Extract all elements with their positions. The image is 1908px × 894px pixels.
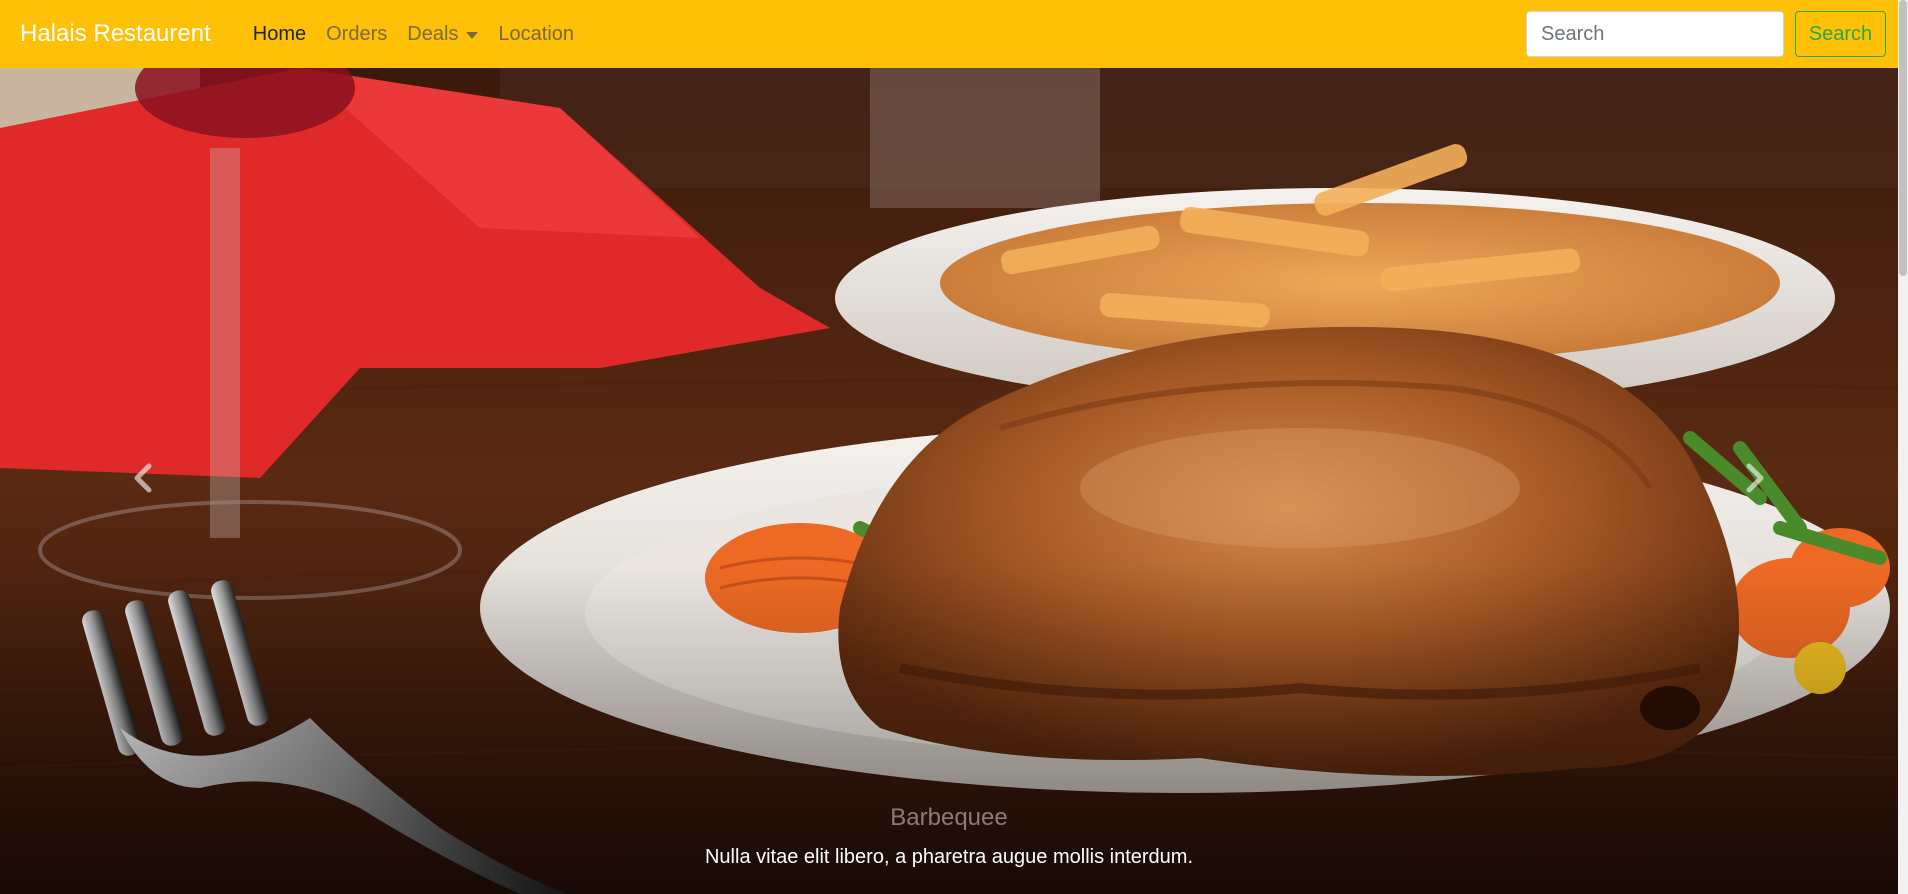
nav-orders[interactable]: Orders [316, 23, 397, 46]
carousel: Barbequee Nulla vitae elit libero, a pha… [0, 68, 1898, 894]
carousel-food-image [0, 68, 1898, 894]
brand-link[interactable]: Halais Restaurent [20, 20, 211, 48]
nav-deals-dropdown[interactable]: Deals [397, 23, 488, 46]
page: Halais Restaurent Home Orders Deals Loca… [0, 0, 1908, 894]
search-form: Search [1526, 11, 1886, 57]
slide-title: Barbequee [890, 804, 1008, 831]
nav-links: Home Orders Deals Location [243, 23, 584, 46]
navbar: Halais Restaurent Home Orders Deals Loca… [0, 0, 1898, 68]
nav-home[interactable]: Home [243, 23, 316, 46]
nav-deals-label: Deals [407, 22, 459, 45]
nav-location[interactable]: Location [488, 23, 584, 46]
chevron-right-icon [1746, 463, 1764, 493]
search-button[interactable]: Search [1795, 11, 1886, 57]
carousel-prev-button[interactable] [112, 448, 172, 508]
slide-text: Nulla vitae elit libero, a pharetra augu… [704, 846, 1194, 868]
search-input[interactable] [1526, 11, 1784, 57]
chevron-left-icon [134, 463, 152, 493]
caret-down-icon [466, 31, 479, 39]
carousel-next-button[interactable] [1726, 448, 1786, 508]
scrollbar-thumb[interactable] [1899, 0, 1907, 276]
page-scrollbar[interactable] [1898, 0, 1908, 894]
